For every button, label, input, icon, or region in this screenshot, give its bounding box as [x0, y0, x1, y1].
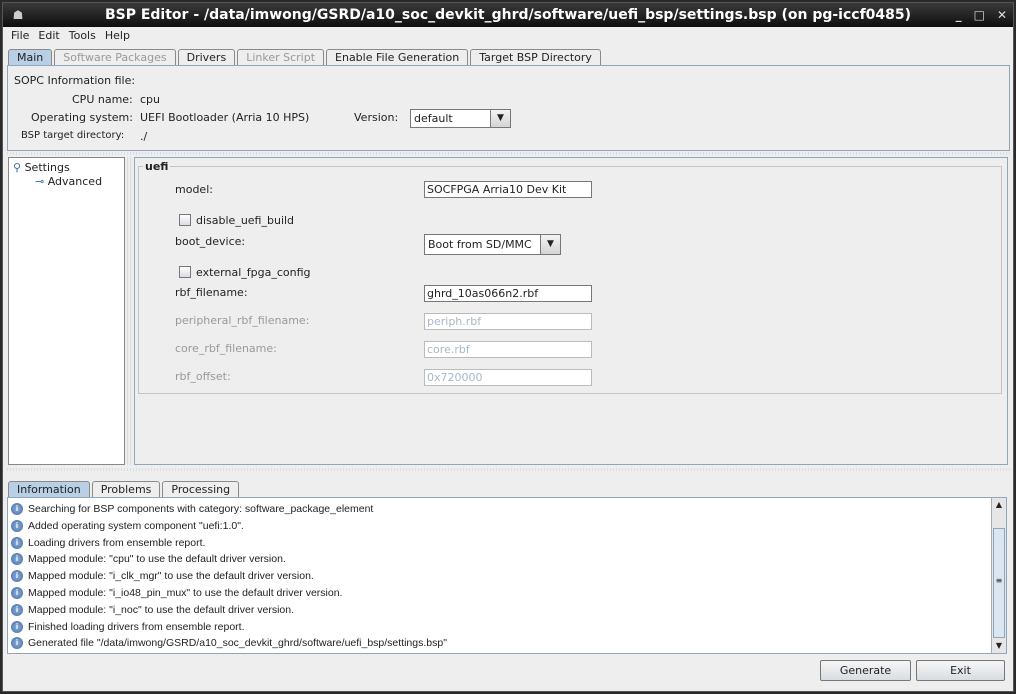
log-entry: i Mapped module: "i_clk_mgr" to use the d…: [11, 568, 314, 584]
exit-button[interactable]: Exit: [916, 660, 1005, 681]
tab-drivers[interactable]: Drivers: [177, 49, 236, 65]
chevron-down-icon[interactable]: ▼: [540, 235, 560, 254]
boot-device-combo[interactable]: Boot from SD/MMC ▼: [424, 234, 561, 255]
log-text: Mapped module: "cpu" to use the default …: [28, 553, 286, 566]
log-text: Searching for BSP components with catego…: [28, 503, 374, 515]
version-label: Version:: [354, 111, 399, 124]
log-text: Finished loading drivers from ensemble r…: [28, 620, 245, 633]
log-text: Mapped module: "i_clk_mgr" to use the de…: [28, 570, 314, 583]
log-text: Added operating system component "uefi:1…: [28, 519, 244, 532]
os-label: Operating system:: [31, 111, 133, 124]
tree-item-settings[interactable]: ⚲ Settings: [13, 161, 70, 174]
tab-problems[interactable]: Problems: [91, 481, 161, 497]
rbf-filename-label: rbf_filename:: [175, 286, 248, 299]
tab-main[interactable]: Main: [8, 49, 53, 65]
os-value: UEFI Bootloader (Arria 10 HPS): [140, 111, 310, 124]
info-icon: i: [11, 620, 23, 633]
chevron-down-icon[interactable]: ▼: [490, 110, 510, 127]
tab-processing[interactable]: Processing: [162, 481, 240, 497]
info-icon: i: [11, 603, 23, 616]
version-value: default: [414, 112, 453, 125]
tab-software-packages[interactable]: Software Packages: [54, 49, 176, 65]
tree-node-icon: ⚲: [13, 161, 22, 174]
log-text: Mapped module: "i_io48_pin_mux" to use t…: [28, 587, 343, 599]
log-entry: i Added operating system component "uefi:…: [11, 518, 244, 534]
model-label: model:: [175, 183, 213, 196]
info-icon: i: [11, 570, 23, 583]
menu-tools[interactable]: Tools: [67, 27, 103, 45]
disable-uefi-build-checkbox[interactable]: [179, 214, 191, 226]
disable-uefi-build-label: disable_uefi_build: [196, 214, 295, 227]
version-combo[interactable]: default ▼: [410, 109, 511, 128]
scroll-down-icon[interactable]: ▼: [992, 639, 1006, 653]
rbf-offset-label: rbf_offset:: [175, 370, 231, 383]
title-bar: ☗ BSP Editor - /data/imwong/GSRD/a10_soc…: [3, 3, 1013, 27]
core-rbf-filename-label: core_rbf_filename:: [175, 342, 277, 355]
external-fpga-config-label: external_fpga_config: [196, 266, 311, 279]
peripheral-rbf-filename-input[interactable]: periph.rbf: [424, 313, 592, 330]
scroll-up-icon[interactable]: ▲: [992, 498, 1006, 512]
rbf-filename-input[interactable]: ghrd_10as066n2.rbf: [424, 285, 592, 302]
log-entry: i Mapped module: "cpu" to use the default…: [11, 551, 286, 567]
info-panel: SOPC Information file: CPU name: cpu Ope…: [7, 65, 1010, 151]
tab-linker-script[interactable]: Linker Script: [237, 49, 325, 65]
tab-target-bsp-directory[interactable]: Target BSP Directory: [470, 49, 601, 65]
log-text: Generated file "/data/imwong/GSRD/a10_so…: [28, 637, 447, 650]
sopc-label: SOPC Information file:: [14, 74, 136, 87]
menu-bar: File Edit Tools Help: [3, 27, 1013, 45]
rbf-offset-input[interactable]: 0x720000: [424, 369, 592, 386]
settings-tree: ⚲ Settings ⊸ Advanced: [8, 157, 125, 465]
message-tabs: Information Problems Processing: [8, 481, 241, 497]
log-text: Mapped module: "i_noc" to use the defaul…: [28, 603, 295, 616]
target-label: BSP target directory:: [21, 130, 125, 141]
info-icon: i: [11, 637, 23, 650]
menu-edit[interactable]: Edit: [36, 27, 66, 45]
peripheral-rbf-filename-label: peripheral_rbf_filename:: [175, 314, 310, 327]
vertical-split-divider[interactable]: [127, 157, 133, 465]
close-icon[interactable]: ✕: [997, 3, 1007, 27]
info-icon: i: [11, 587, 23, 599]
uefi-settings-panel: uefi model: SOCFPGA Arria10 Dev Kit disa…: [134, 157, 1008, 465]
app-icon: ☗: [12, 8, 24, 22]
info-icon: i: [11, 519, 23, 532]
tree-item-advanced[interactable]: ⊸ Advanced: [35, 175, 102, 188]
bottom-split-divider[interactable]: [7, 468, 1010, 471]
uefi-group: [138, 166, 1002, 394]
log-text: Loading drivers from ensemble report.: [28, 536, 206, 549]
core-rbf-filename-input[interactable]: core.rbf: [424, 341, 592, 358]
log-entry: i Finished loading drivers from ensemble …: [11, 619, 245, 635]
target-value: ./: [140, 130, 148, 143]
tab-information[interactable]: Information: [8, 481, 90, 497]
window-title: BSP Editor - /data/imwong/GSRD/a10_soc_d…: [104, 7, 912, 23]
cpu-value: cpu: [140, 93, 161, 106]
log-entry: i Loading drivers from ensemble report.: [11, 535, 205, 551]
split-divider[interactable]: [7, 152, 1010, 155]
info-icon: i: [11, 536, 23, 549]
info-icon: i: [11, 503, 23, 515]
message-log: ▲ ≡ ▼ i Searching for BSP components with…: [7, 497, 1007, 654]
menu-help[interactable]: Help: [103, 27, 137, 45]
minimize-icon[interactable]: _: [956, 3, 962, 27]
menu-file[interactable]: File: [9, 27, 36, 45]
bsp-editor-window: ☗ BSP Editor - /data/imwong/GSRD/a10_soc…: [2, 2, 1014, 692]
log-scrollbar[interactable]: ▲ ≡ ▼: [991, 498, 1006, 653]
log-entry: i Searching for BSP components with categ…: [11, 501, 373, 517]
main-tabs: Main Software Packages Drivers Linker Sc…: [8, 49, 603, 65]
tab-enable-file-generation[interactable]: Enable File Generation: [326, 49, 469, 65]
maximize-icon[interactable]: □: [974, 3, 985, 27]
log-entry: i Mapped module: "i_noc" to use the defau…: [11, 602, 294, 618]
scrollbar-thumb[interactable]: ≡: [993, 528, 1005, 638]
generate-button[interactable]: Generate: [820, 660, 911, 681]
log-entry: i Mapped module: "i_io48_pin_mux" to use …: [11, 585, 342, 601]
info-icon: i: [11, 553, 23, 566]
model-input[interactable]: SOCFPGA Arria10 Dev Kit: [424, 181, 592, 198]
boot-device-label: boot_device:: [175, 235, 246, 248]
boot-device-value: Boot from SD/MMC: [428, 238, 532, 251]
tree-leaf-icon: ⊸: [35, 175, 45, 188]
cpu-label: CPU name:: [72, 93, 133, 106]
external-fpga-config-checkbox[interactable]: [179, 266, 191, 278]
log-entry: i Generated file "/data/imwong/GSRD/a10_s…: [11, 635, 447, 651]
uefi-group-title: uefi: [143, 160, 171, 173]
